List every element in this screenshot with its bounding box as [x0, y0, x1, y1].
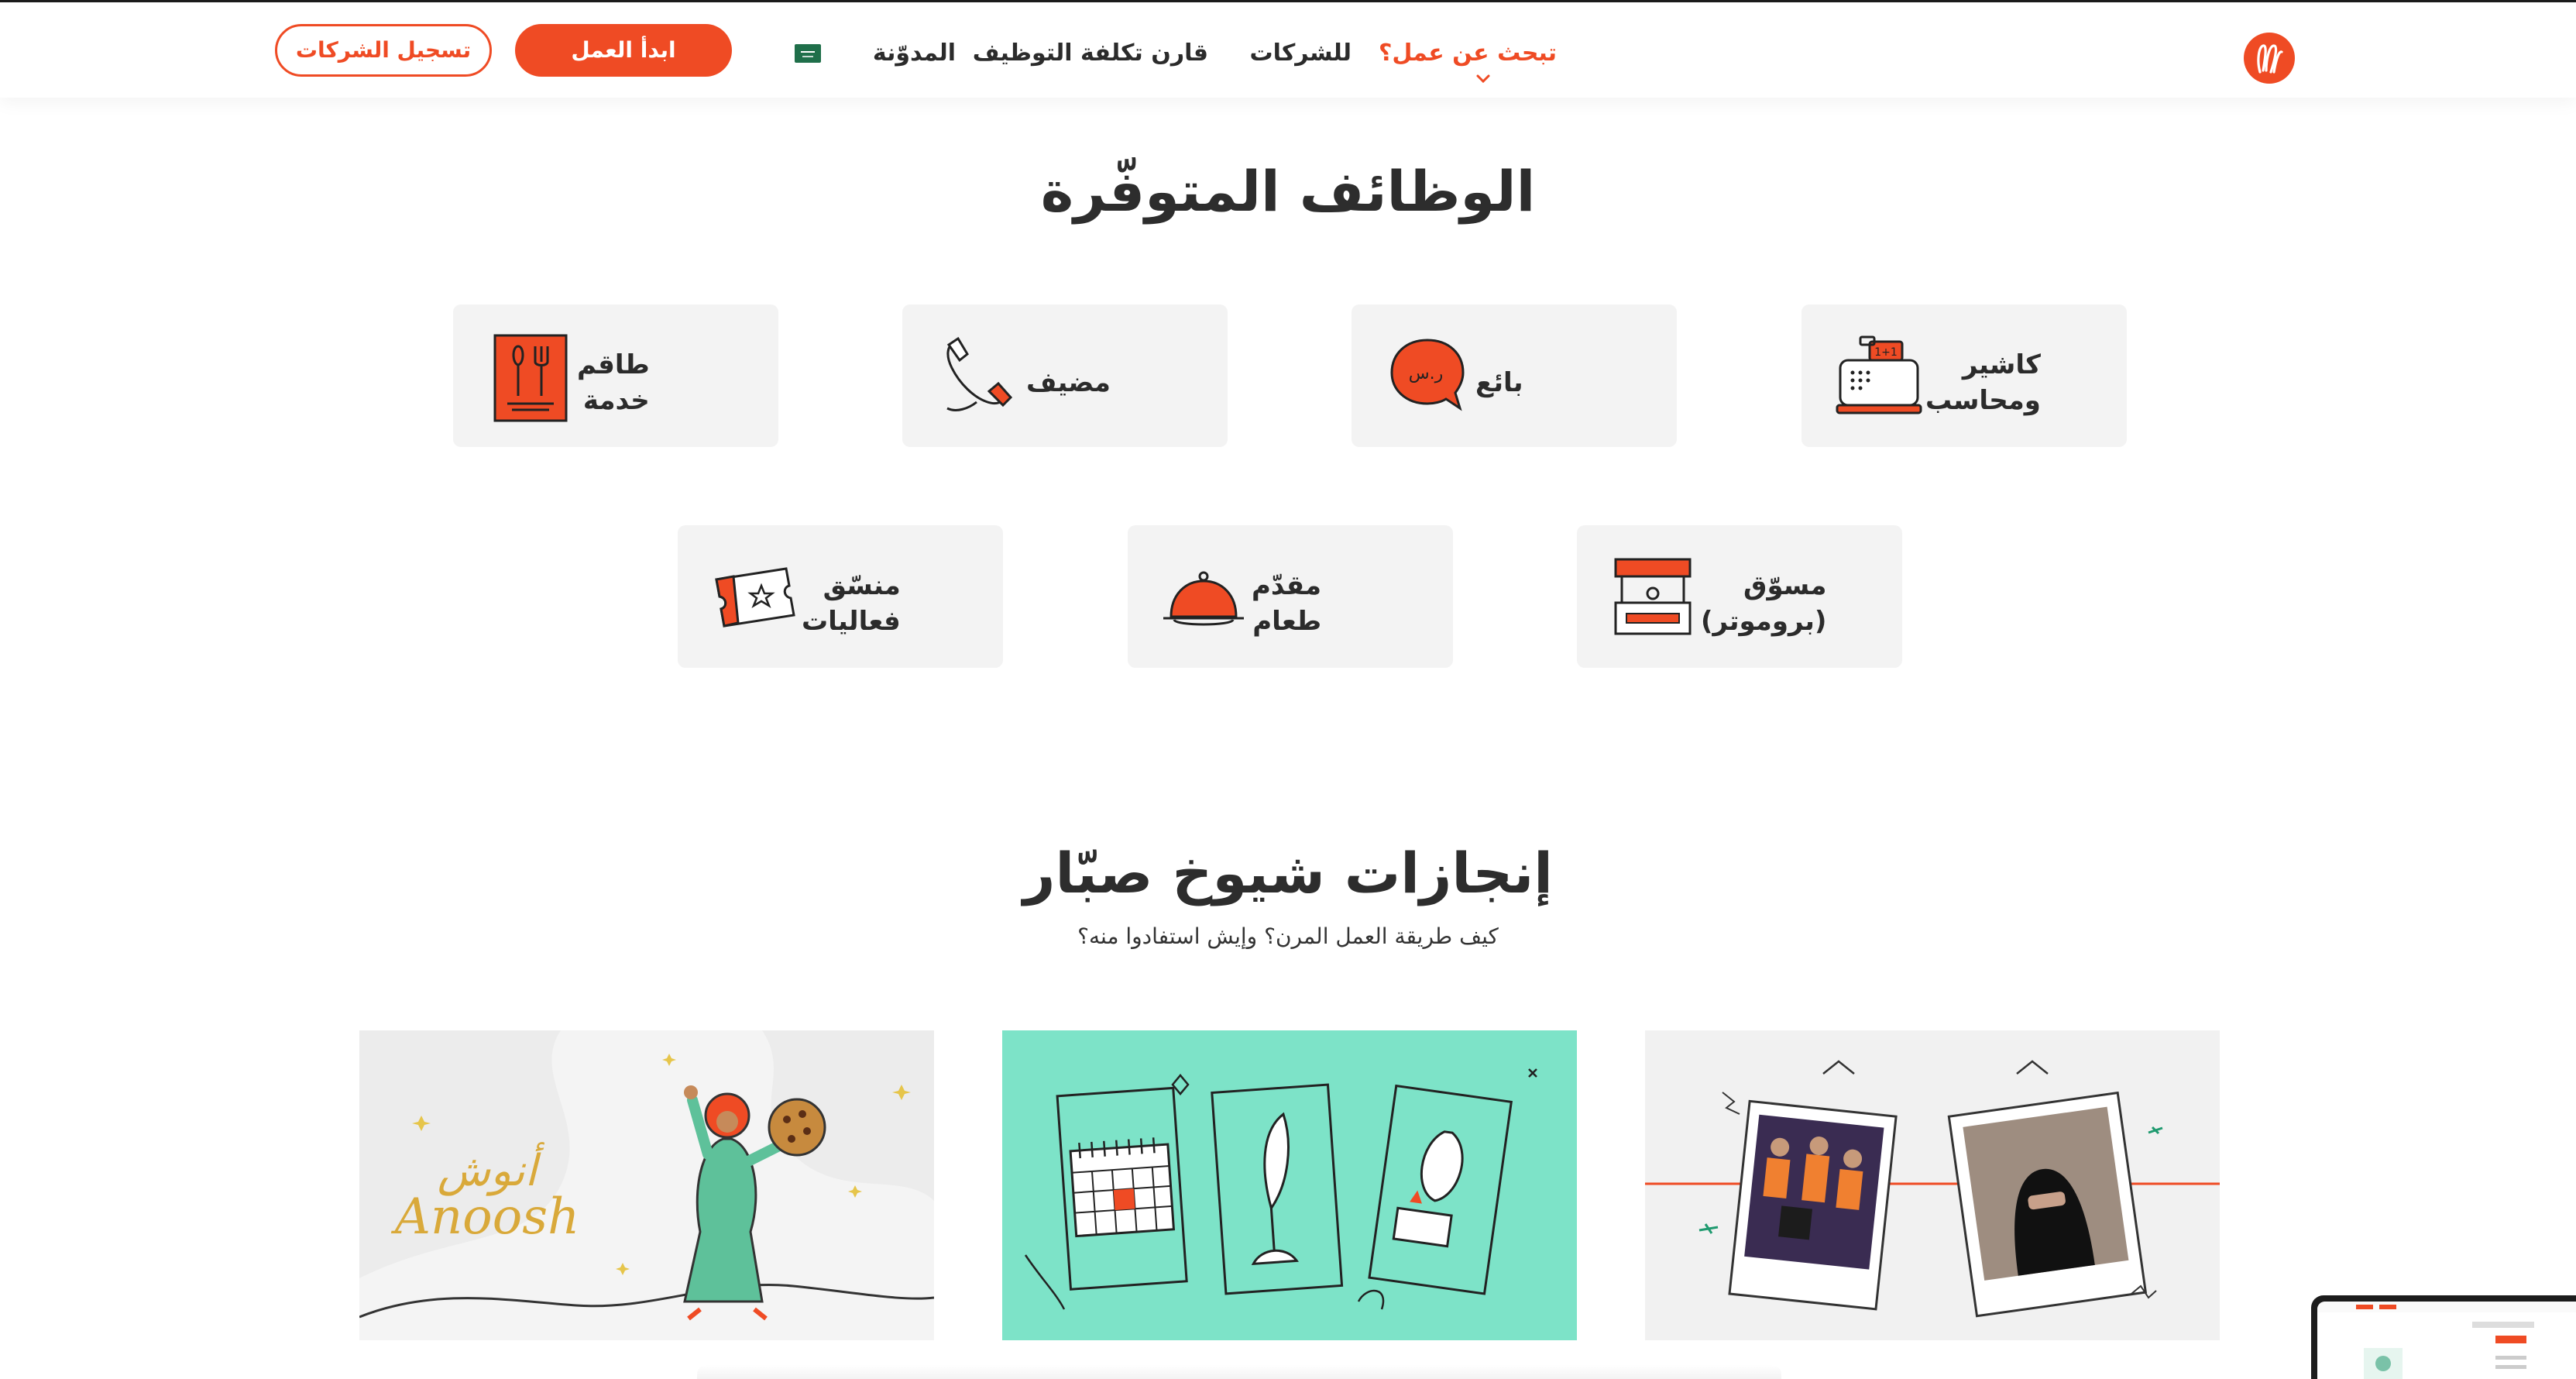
nav-compare-cost[interactable]: قارن تكلفة التوظيف: [973, 36, 1208, 70]
nav-find-job[interactable]: تبحث عن عمل؟: [1379, 36, 1557, 70]
job-label: كاشير ومحاسب: [1925, 349, 2041, 416]
svg-text:1+1: 1+1: [1874, 346, 1898, 359]
anoosh-illustration: أنوش Anoosh: [359, 1030, 934, 1321]
job-label: بائع: [1475, 367, 1523, 398]
floating-preview-widget[interactable]: [2311, 1295, 2576, 1379]
story-card-photos[interactable]: [1645, 1030, 2220, 1340]
brand-logo[interactable]: [2243, 32, 2296, 84]
story-card-anoosh[interactable]: أنوش Anoosh: [359, 1030, 934, 1340]
anoosh-latin: Anoosh: [391, 1188, 580, 1246]
job-label: طاقم خدمة: [577, 349, 650, 416]
job-card-events-coordinator[interactable]: منسّق فعاليات: [678, 525, 1003, 668]
job-card-seller[interactable]: بائع ر.س: [1352, 304, 1677, 447]
food-cloche-icon: [1163, 571, 1244, 626]
nav-companies[interactable]: للشركات: [1249, 36, 1352, 70]
page-bottom-shadow: [697, 1365, 1781, 1379]
speech-bubble-icon: ر.س: [1390, 339, 1465, 411]
flag-icon[interactable]: [795, 44, 821, 63]
stories-title: إنجازات شيوخ صبّار: [1023, 841, 1553, 906]
photos-illustration: [1645, 1060, 2220, 1318]
phone-icon: [946, 336, 1013, 411]
job-label: مقدّم طعام: [1252, 570, 1322, 637]
cash-register-icon: 1+1: [1836, 335, 1922, 414]
job-card-food-server[interactable]: مقدّم طعام: [1128, 525, 1453, 668]
promo-booth-icon: [1614, 558, 1692, 635]
job-card-cashier[interactable]: كاشير ومحاسب 1+1: [1801, 304, 2127, 447]
site-header: تبحث عن عمل؟ للشركات قارن تكلفة التوظيف …: [0, 0, 2576, 98]
stories-subtitle: كيف طريقة العمل المرن؟ وإيش استفادوا منه…: [1077, 923, 1499, 949]
job-label: مضيف: [1026, 367, 1111, 398]
svg-text:ر.س: ر.س: [1409, 364, 1443, 383]
story-card-calendar-plant-money[interactable]: [1002, 1030, 1577, 1340]
job-label: منسّق فعاليات: [802, 570, 901, 637]
job-card-service-crew[interactable]: طاقم خدمة: [453, 304, 778, 447]
nav-blog[interactable]: المدوّنة: [873, 36, 956, 70]
job-card-promoter[interactable]: مسوّق (بروموتر): [1577, 525, 1902, 668]
calendar-plant-money-illustration: [1024, 1068, 1537, 1310]
start-work-button[interactable]: ابدأ العمل: [515, 24, 732, 77]
chevron-down-icon: [1476, 74, 1490, 84]
register-companies-button[interactable]: تسجيل الشركات: [275, 24, 492, 77]
job-card-host[interactable]: مضيف: [902, 304, 1228, 447]
job-label: مسوّق (بروموتر): [1701, 570, 1827, 637]
menu-cutlery-icon: [493, 334, 568, 422]
ticket-icon: [715, 567, 795, 628]
jobs-title: الوظائف المتوفّرة: [1040, 159, 1536, 224]
preview-screen: [2317, 1302, 2576, 1379]
